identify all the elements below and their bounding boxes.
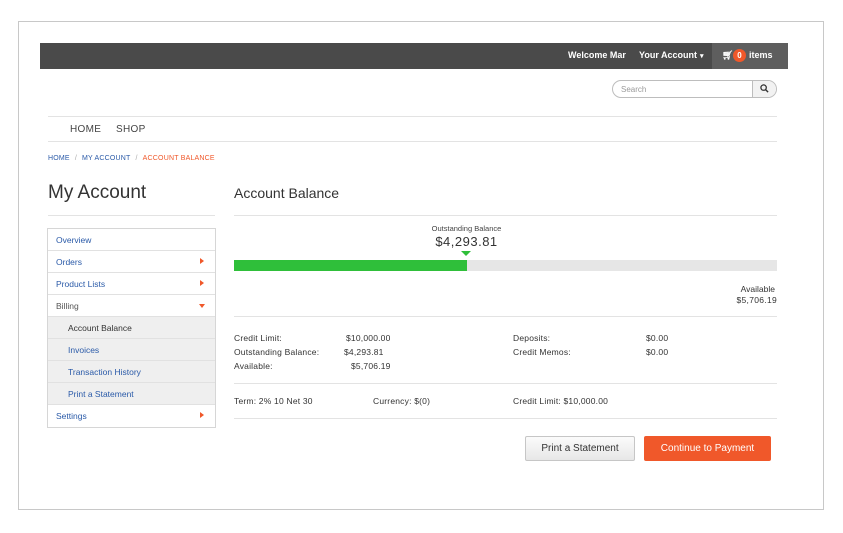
section-title: Account Balance bbox=[234, 185, 340, 201]
credit-limit-label: Credit Limit: bbox=[234, 333, 282, 343]
nav-home[interactable]: HOME bbox=[70, 124, 101, 135]
deposits-label: Deposits: bbox=[513, 333, 551, 343]
breadcrumb: HOME / MY ACCOUNT / ACCOUNT BALANCE bbox=[48, 155, 215, 162]
sidebar-item-label: Invoices bbox=[68, 345, 100, 355]
account-sidebar: Overview Orders Product Lists Billing Ac… bbox=[47, 228, 216, 428]
welcome-text: Welcome Mar bbox=[568, 50, 626, 60]
outstanding-balance-value: $4,293.81 bbox=[435, 234, 498, 249]
breadcrumb-separator: / bbox=[74, 155, 77, 162]
sidebar-subitem-print-statement[interactable]: Print a Statement bbox=[48, 383, 215, 405]
cart-button[interactable]: 🛒︎ 0 items bbox=[712, 43, 788, 69]
sidebar-item-label: Product Lists bbox=[56, 279, 106, 289]
term-text: Term: 2% 10 Net 30 bbox=[234, 396, 313, 406]
sidebar-item-label: Orders bbox=[56, 257, 82, 267]
search-box bbox=[612, 80, 777, 98]
sidebar-item-label: Overview bbox=[56, 235, 92, 245]
outstanding-balance-label: Outstanding Balance bbox=[431, 224, 502, 233]
deposits-value: $0.00 bbox=[646, 333, 669, 343]
chevron-down-icon bbox=[199, 304, 205, 308]
breadcrumb-home[interactable]: HOME bbox=[48, 155, 70, 162]
your-account-label: Your Account bbox=[639, 50, 697, 60]
main-nav: HOME SHOP bbox=[48, 116, 777, 142]
sidebar-item-billing[interactable]: Billing bbox=[48, 295, 215, 317]
page-title: My Account bbox=[48, 182, 147, 203]
balance-bar-fill bbox=[234, 260, 468, 271]
sidebar-item-label: Transaction History bbox=[68, 367, 141, 377]
divider bbox=[234, 418, 777, 419]
balance-marker-icon bbox=[461, 251, 471, 256]
chevron-right-icon bbox=[200, 412, 204, 418]
outstanding-label: Outstanding Balance: bbox=[234, 347, 320, 357]
breadcrumb-my-account[interactable]: MY ACCOUNT bbox=[82, 155, 131, 162]
top-bar: Welcome Mar Your Account ▾ 🛒︎ 0 items bbox=[40, 43, 788, 69]
sidebar-subitem-account-balance[interactable]: Account Balance bbox=[48, 317, 215, 339]
cart-count-badge: 0 bbox=[733, 49, 746, 62]
credit-memos-label: Credit Memos: bbox=[513, 347, 571, 357]
divider bbox=[48, 215, 215, 216]
sidebar-item-label: Billing bbox=[56, 301, 79, 311]
available-label: Available bbox=[740, 284, 775, 294]
divider bbox=[234, 383, 777, 384]
sidebar-item-label: Print a Statement bbox=[68, 389, 134, 399]
sidebar-item-label: Settings bbox=[56, 411, 87, 421]
chevron-right-icon bbox=[200, 258, 204, 264]
divider bbox=[234, 316, 777, 317]
credit-limit-value: $10,000.00 bbox=[346, 333, 391, 343]
breadcrumb-current: ACCOUNT BALANCE bbox=[142, 155, 215, 162]
credit-memos-value: $0.00 bbox=[646, 347, 669, 357]
print-statement-button[interactable]: Print a Statement bbox=[525, 436, 635, 461]
breadcrumb-separator: / bbox=[135, 155, 138, 162]
balance-bar bbox=[234, 260, 777, 271]
sidebar-item-orders[interactable]: Orders bbox=[48, 251, 215, 273]
divider bbox=[234, 215, 777, 216]
cart-icon: 🛒︎ bbox=[722, 50, 734, 60]
search-icon bbox=[760, 84, 769, 93]
chevron-right-icon bbox=[200, 280, 204, 286]
search-button[interactable] bbox=[752, 81, 776, 97]
nav-shop[interactable]: SHOP bbox=[116, 124, 146, 135]
your-account-menu[interactable]: Your Account ▾ bbox=[639, 50, 704, 60]
terms-credit-limit-text: Credit Limit: $10,000.00 bbox=[513, 396, 609, 406]
outstanding-value: $4,293.81 bbox=[344, 347, 384, 357]
sidebar-subitem-invoices[interactable]: Invoices bbox=[48, 339, 215, 361]
currency-text: Currency: $(0) bbox=[373, 396, 431, 406]
sidebar-subitem-transaction-history[interactable]: Transaction History bbox=[48, 361, 215, 383]
cart-items-label: items bbox=[749, 50, 773, 60]
available-detail-value: $5,706.19 bbox=[351, 361, 391, 371]
sidebar-item-label: Account Balance bbox=[68, 323, 132, 333]
available-value: $5,706.19 bbox=[736, 295, 777, 305]
continue-to-payment-button[interactable]: Continue to Payment bbox=[644, 436, 771, 461]
chevron-down-icon: ▾ bbox=[700, 53, 704, 60]
sidebar-item-overview[interactable]: Overview bbox=[48, 229, 215, 251]
sidebar-item-product-lists[interactable]: Product Lists bbox=[48, 273, 215, 295]
available-detail-label: Available: bbox=[234, 361, 273, 371]
sidebar-item-settings[interactable]: Settings bbox=[48, 405, 215, 427]
search-input[interactable] bbox=[621, 83, 751, 96]
